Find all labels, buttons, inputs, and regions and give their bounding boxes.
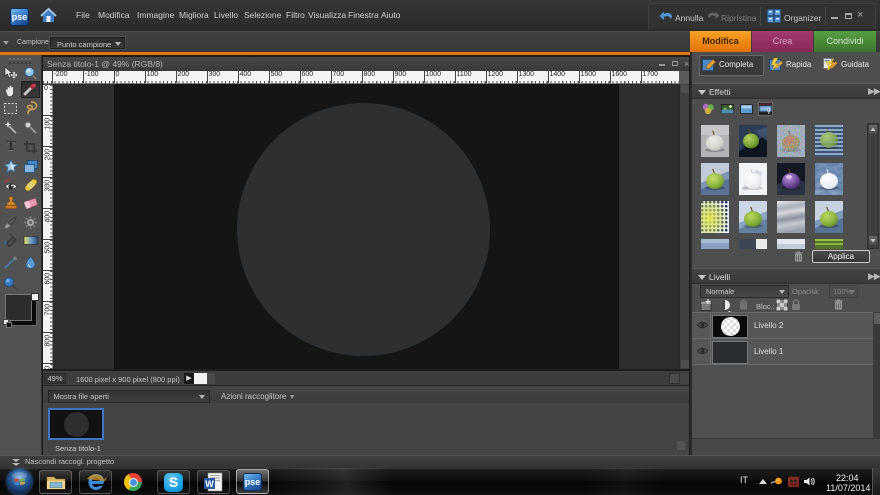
svg-text:W: W	[205, 479, 214, 489]
